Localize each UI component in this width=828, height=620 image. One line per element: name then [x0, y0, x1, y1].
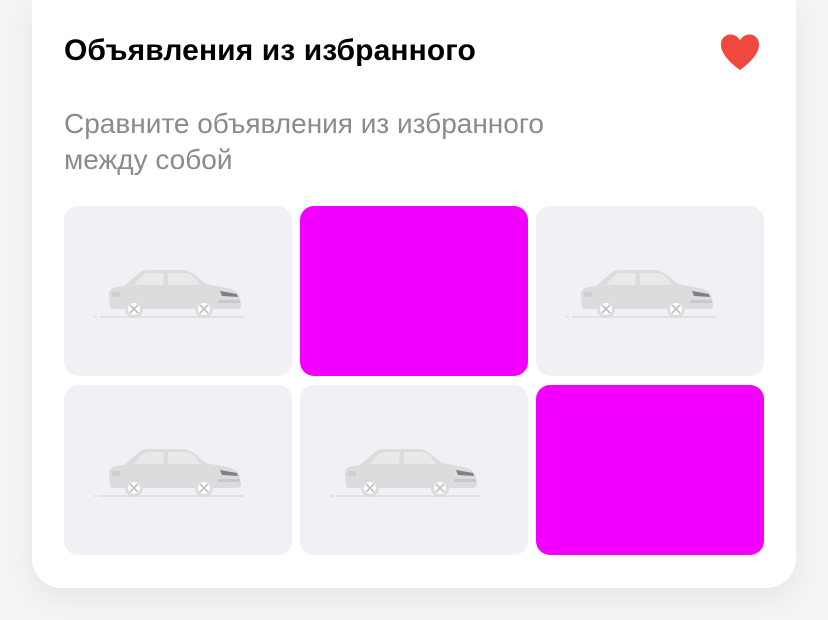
- favorite-item-1[interactable]: [64, 206, 292, 376]
- heart-icon[interactable]: [718, 32, 762, 72]
- car-placeholder-icon: [94, 449, 244, 497]
- car-placeholder-icon: [330, 449, 480, 497]
- card-title: Объявления из избранного: [64, 34, 476, 67]
- favorites-card[interactable]: Объявления из избранного Сравните объявл…: [32, 0, 796, 588]
- favorite-item-2[interactable]: [300, 206, 528, 376]
- favorite-item-5[interactable]: [300, 385, 528, 555]
- favorite-item-3[interactable]: [536, 206, 764, 376]
- car-placeholder-icon: [94, 270, 244, 318]
- favorite-item-4[interactable]: [64, 385, 292, 555]
- favorite-item-6[interactable]: [536, 385, 764, 555]
- favorites-grid: [64, 206, 764, 555]
- card-subtitle: Сравните объявления из избранного между …: [64, 108, 545, 175]
- car-placeholder-icon: [566, 270, 716, 318]
